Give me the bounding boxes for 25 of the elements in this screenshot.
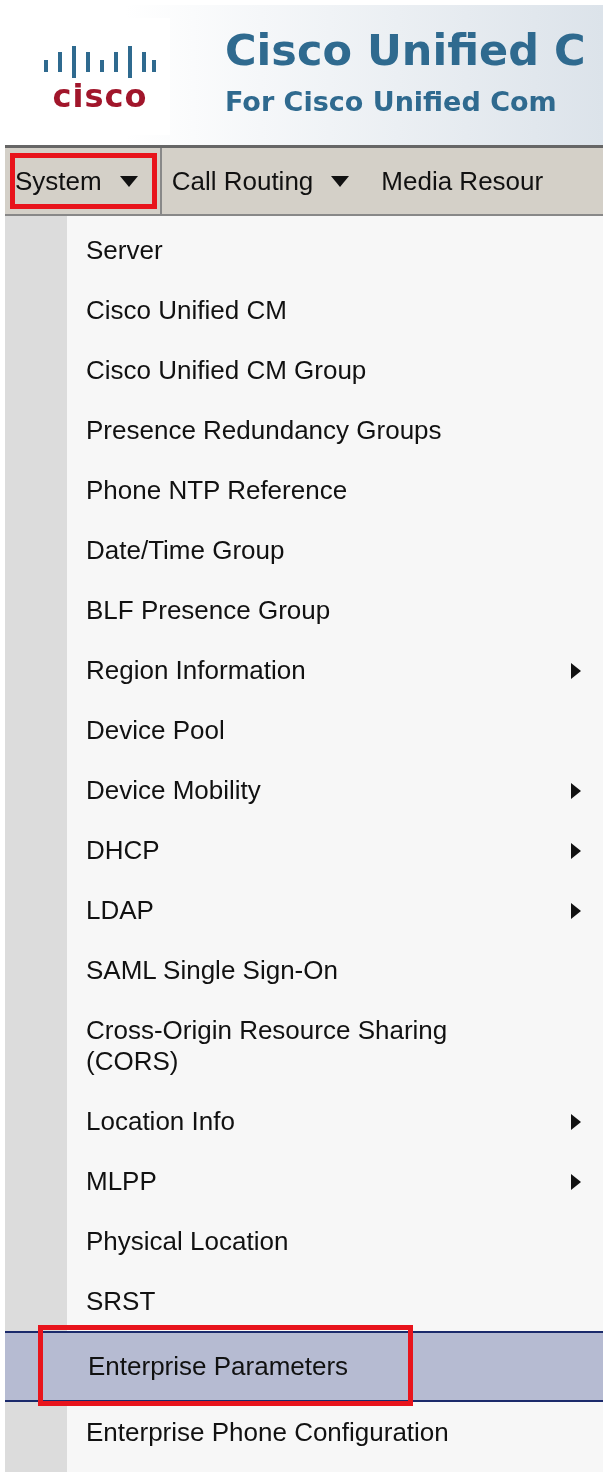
menu-item[interactable]: Phone NTP Reference [5, 460, 603, 520]
menu-tab[interactable]: Call Routing [161, 148, 372, 214]
menu-item[interactable]: Location Info [5, 1091, 603, 1151]
menu-item[interactable]: MLPP [5, 1151, 603, 1211]
app-title: Cisco Unified C [225, 27, 586, 75]
app-subtitle: For Cisco Unified Com [225, 86, 558, 118]
menu-item[interactable]: Server [5, 220, 603, 280]
menu-item[interactable]: Enterprise Phone Configuration [5, 1402, 603, 1462]
menu-item[interactable]: Cisco Unified CM [5, 280, 603, 340]
menu-item[interactable]: Cross-Origin Resource Sharing (CORS) [5, 1000, 603, 1091]
menu-item[interactable]: Device Mobility [5, 760, 603, 820]
menu-item[interactable]: Device Pool [5, 700, 603, 760]
menu-item[interactable]: DHCP [5, 820, 603, 880]
menu-tab[interactable]: System [5, 148, 162, 214]
menu-item[interactable]: Presence Redundancy Groups [5, 400, 603, 460]
menu-item[interactable]: Physical Location [5, 1211, 603, 1271]
menu-item[interactable]: Date/Time Group [5, 520, 603, 580]
menu-item[interactable]: Cisco Unified CM Group [5, 340, 603, 400]
menu-item[interactable]: SRST [5, 1271, 603, 1331]
menu-item[interactable]: LDAP [5, 880, 603, 940]
menu-item[interactable]: BLF Presence Group [5, 580, 603, 640]
menu-item[interactable]: SAML Single Sign-On [5, 940, 603, 1000]
menu-item[interactable]: Region Information [5, 640, 603, 700]
logo-text: cisco [52, 79, 148, 112]
menu-tab[interactable]: Media Resour [371, 148, 566, 214]
